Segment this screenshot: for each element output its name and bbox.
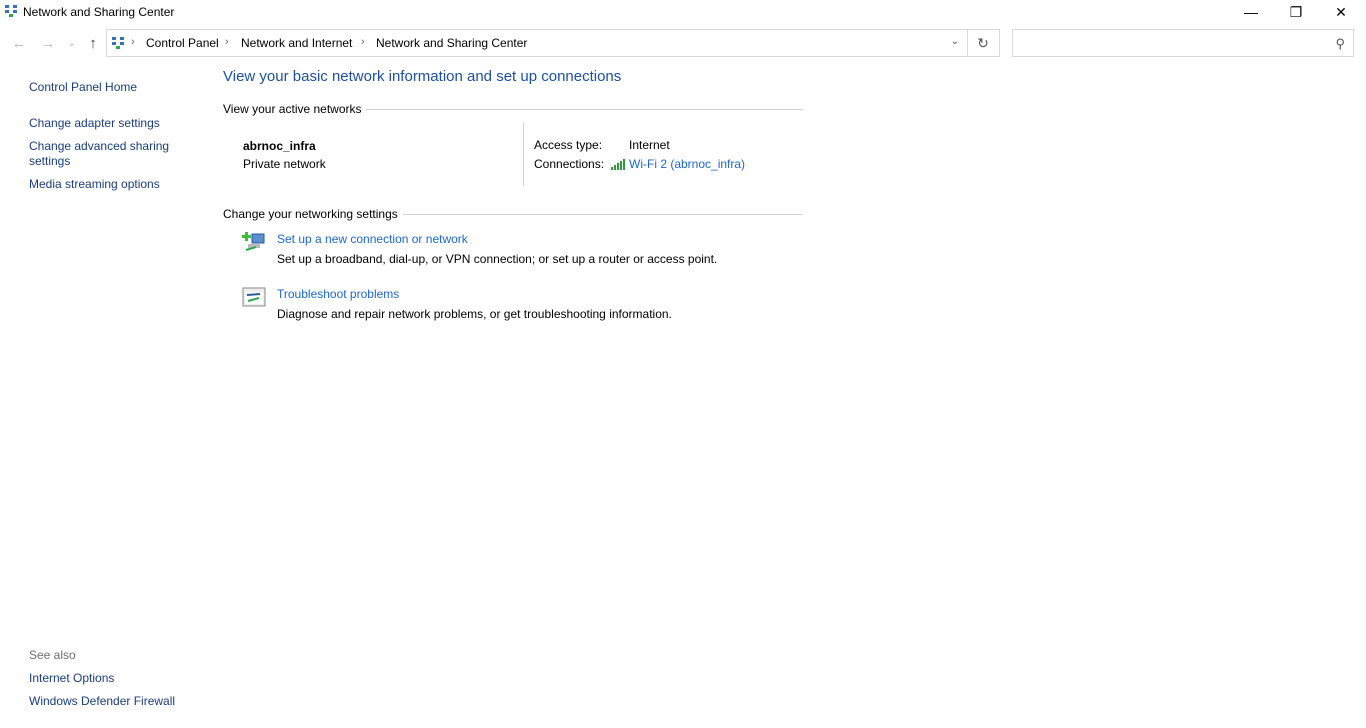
setup-connection-description: Set up a broadband, dial-up, or VPN conn… bbox=[277, 252, 718, 266]
restore-button[interactable]: ❐ bbox=[1273, 0, 1319, 24]
recent-locations-button[interactable]: ⌄ bbox=[63, 34, 81, 52]
see-also-label: See also bbox=[29, 648, 76, 662]
network-center-icon bbox=[112, 37, 124, 49]
breadcrumb-network-and-sharing-center[interactable]: Network and Sharing Center bbox=[376, 36, 527, 50]
breadcrumb-network-and-internet[interactable]: Network and Internet bbox=[241, 36, 352, 50]
sidebar-item-change-advanced-sharing[interactable]: Change advanced sharing bbox=[29, 139, 169, 153]
sidebar-item-control-panel-home[interactable]: Control Panel Home bbox=[29, 80, 137, 94]
search-icon[interactable]: ⚲ bbox=[1335, 36, 1345, 52]
close-button[interactable]: ✕ bbox=[1318, 0, 1364, 24]
sidebar-item-media-streaming[interactable]: Media streaming options bbox=[29, 177, 160, 191]
minimize-button[interactable]: — bbox=[1228, 0, 1274, 24]
title-bar: Network and Sharing Center — ❐ ✕ bbox=[0, 0, 1366, 26]
breadcrumb-separator-icon[interactable]: › bbox=[225, 36, 229, 48]
sidebar-item-change-advanced-sharing-cont[interactable]: settings bbox=[29, 154, 70, 168]
divider bbox=[366, 109, 803, 110]
breadcrumb-separator-icon[interactable]: › bbox=[131, 36, 135, 48]
setup-connection-link[interactable]: Set up a new connection or network bbox=[277, 232, 468, 246]
network-center-icon bbox=[5, 5, 17, 17]
troubleshoot-icon bbox=[242, 287, 266, 307]
forward-button[interactable]: → bbox=[39, 34, 57, 52]
chevron-down-icon[interactable]: ⌄ bbox=[951, 36, 959, 47]
refresh-button[interactable]: ↻ bbox=[967, 29, 1000, 57]
breadcrumb-separator-icon[interactable]: › bbox=[361, 36, 365, 48]
access-type-label: Access type: bbox=[534, 138, 603, 152]
see-also-internet-options[interactable]: Internet Options bbox=[29, 671, 114, 685]
page-title: View your basic network information and … bbox=[223, 68, 622, 85]
network-type[interactable]: Private network bbox=[243, 157, 326, 171]
troubleshoot-description: Diagnose and repair network problems, or… bbox=[277, 307, 672, 321]
connection-link[interactable]: Wi-Fi 2 (abrnoc_infra) bbox=[629, 157, 745, 171]
change-settings-label: Change your networking settings bbox=[223, 207, 398, 221]
network-name: abrnoc_infra bbox=[243, 139, 316, 153]
search-input[interactable]: ⚲ bbox=[1012, 29, 1354, 57]
access-type-value: Internet bbox=[629, 138, 670, 152]
up-button[interactable]: ↑ bbox=[84, 34, 102, 52]
new-connection-icon bbox=[242, 232, 265, 251]
divider bbox=[403, 214, 803, 215]
sidebar-item-change-adapter-settings[interactable]: Change adapter settings bbox=[29, 116, 160, 130]
troubleshoot-link[interactable]: Troubleshoot problems bbox=[277, 287, 399, 301]
navigation-bar: ← → ⌄ ↑ › Control Panel › Network and In… bbox=[0, 28, 1366, 60]
address-bar[interactable]: › Control Panel › Network and Internet ›… bbox=[106, 29, 968, 57]
wifi-signal-icon bbox=[611, 159, 625, 170]
active-networks-label: View your active networks bbox=[223, 102, 362, 116]
see-also-windows-defender-firewall[interactable]: Windows Defender Firewall bbox=[29, 694, 175, 708]
back-button[interactable]: ← bbox=[10, 34, 28, 52]
divider bbox=[523, 123, 524, 186]
breadcrumb-control-panel[interactable]: Control Panel bbox=[146, 36, 219, 50]
window-title: Network and Sharing Center bbox=[23, 5, 175, 19]
connections-label: Connections: bbox=[534, 157, 605, 171]
